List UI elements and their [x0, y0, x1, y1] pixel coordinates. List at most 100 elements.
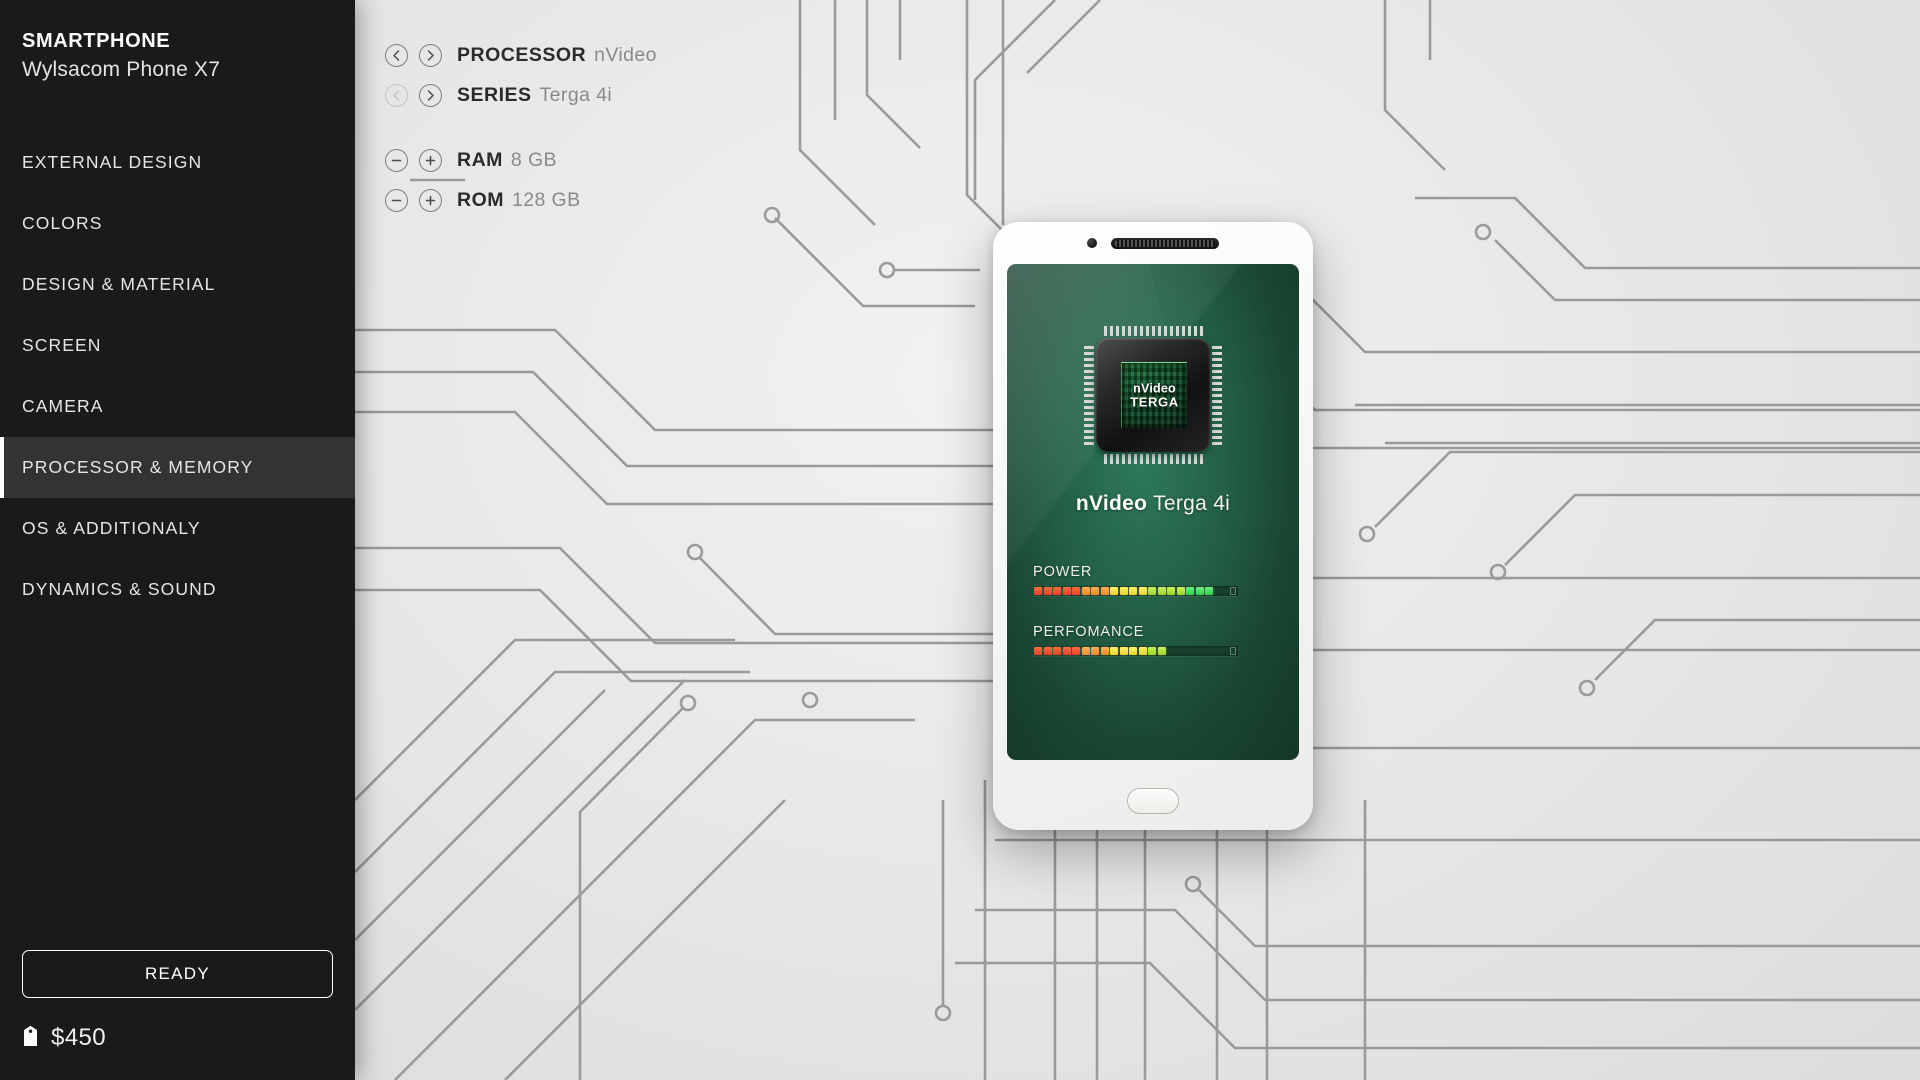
processor-label: PROCESSOR	[457, 43, 587, 66]
meter-segment	[1110, 587, 1118, 595]
sidebar-item-colors[interactable]: COLORS	[0, 193, 355, 254]
sidebar-item-processor-memory[interactable]: PROCESSOR & MEMORY	[0, 437, 355, 498]
sidebar-nav: EXTERNAL DESIGN COLORS DESIGN & MATERIAL SC…	[0, 132, 355, 620]
meter-power-fill	[1034, 587, 1213, 595]
sidebar-footer: READY $450	[0, 950, 355, 1080]
rom-label: ROM	[457, 188, 504, 211]
series-value: Terga 4i	[539, 83, 613, 106]
processor-next-button[interactable]	[419, 43, 442, 67]
price-row: $450	[22, 1024, 333, 1052]
meter-segment	[1091, 647, 1099, 655]
meters-group: POWER PERFOMANCE	[1033, 564, 1238, 684]
phone-screen: nVideo TERGA nVideo Terga 4i POWER PERFO…	[1007, 264, 1299, 760]
meter-segment	[1129, 647, 1137, 655]
meter-segment	[1157, 587, 1166, 595]
meter-segment	[1062, 647, 1071, 655]
chip-die: nVideo TERGA	[1121, 362, 1187, 428]
sidebar-item-label: PROCESSOR & MEMORY	[22, 457, 254, 477]
brand-subtitle: Wylsacom Phone X7	[22, 58, 221, 81]
meter-segment	[1053, 587, 1061, 595]
sidebar-item-label: CAMERA	[22, 396, 104, 416]
brand-block: SMARTPHONE Wylsacom Phone X7	[0, 0, 355, 82]
sidebar-item-label: SCREEN	[22, 335, 102, 355]
processor-prev-button[interactable]	[385, 43, 408, 67]
meter-performance-label: PERFOMANCE	[1033, 624, 1145, 640]
ram-value: 8 GB	[510, 148, 557, 171]
sidebar-item-label: OS & ADDITIONALY	[22, 518, 201, 538]
meter-power-label: POWER	[1033, 564, 1093, 580]
processor-value: nVideo	[594, 43, 657, 66]
sidebar-item-label: COLORS	[22, 213, 103, 233]
brand-title: SMARTPHONE	[22, 30, 171, 52]
chip-label-line1: nVideo	[1133, 381, 1176, 396]
meter-segment	[1167, 587, 1175, 595]
meter-segment	[1129, 587, 1137, 595]
processor-chip-graphic: nVideo TERGA	[1082, 324, 1224, 466]
meter-segment	[1205, 587, 1213, 595]
sidebar-item-label: EXTERNAL DESIGN	[22, 152, 203, 172]
meter-performance-track	[1033, 646, 1238, 656]
meter-segment	[1053, 647, 1061, 655]
meter-segment	[1195, 587, 1204, 595]
series-next-button[interactable]	[419, 83, 442, 107]
meter-segment	[1034, 647, 1042, 655]
meter-segment	[1119, 647, 1128, 655]
sidebar-item-label: DYNAMICS & SOUND	[22, 579, 217, 599]
rom-minus-button[interactable]	[385, 188, 408, 212]
options-panel: PROCESSOR nVideo SERIES Terga 4i RAM 8 G…	[385, 35, 657, 220]
series-prev-button[interactable]	[385, 83, 408, 107]
ram-minus-button[interactable]	[385, 148, 408, 172]
meter-segment	[1081, 587, 1090, 595]
chip-label-line2: TERGA	[1130, 394, 1179, 410]
sidebar-item-camera[interactable]: CAMERA	[0, 376, 355, 437]
meter-segment	[1081, 647, 1090, 655]
meter-segment	[1100, 587, 1109, 595]
option-row-processor: PROCESSOR nVideo	[385, 35, 657, 75]
sidebar-item-design-material[interactable]: DESIGN & MATERIAL	[0, 254, 355, 315]
sidebar-item-dynamics-sound[interactable]: DYNAMICS & SOUND	[0, 559, 355, 620]
meter-power-track	[1033, 586, 1238, 596]
meter-segment	[1110, 647, 1118, 655]
meter-segment	[1138, 647, 1147, 655]
meter-segment	[1157, 647, 1166, 655]
phone-preview: nVideo TERGA nVideo Terga 4i POWER PERFO…	[993, 222, 1313, 830]
meter-segment	[1176, 587, 1185, 595]
ready-button[interactable]: READY	[22, 950, 333, 998]
rom-value: 128 GB	[512, 188, 581, 211]
meter-segment	[1091, 587, 1099, 595]
meter-segment	[1034, 587, 1042, 595]
ram-label: RAM	[457, 148, 503, 171]
meter-power-cap	[1230, 587, 1236, 595]
meter-performance: PERFOMANCE	[1033, 624, 1238, 656]
option-row-series: SERIES Terga 4i	[385, 75, 657, 115]
ram-plus-button[interactable]	[419, 148, 442, 172]
rom-plus-button[interactable]	[419, 188, 442, 212]
chip-body: nVideo TERGA	[1096, 338, 1210, 452]
sidebar-item-screen[interactable]: SCREEN	[0, 315, 355, 376]
meter-power: POWER	[1033, 564, 1238, 596]
meter-segment	[1148, 587, 1156, 595]
phone-top-bezel	[993, 222, 1313, 264]
meter-segment	[1072, 587, 1080, 595]
earpiece-speaker-icon	[1111, 237, 1219, 249]
sidebar-item-os-additionaly[interactable]: OS & ADDITIONALY	[0, 498, 355, 559]
meter-segment	[1072, 647, 1080, 655]
front-camera-icon	[1087, 238, 1097, 248]
option-row-rom: ROM 128 GB	[385, 180, 657, 220]
sidebar-item-external-design[interactable]: EXTERNAL DESIGN	[0, 132, 355, 193]
meter-segment	[1100, 647, 1109, 655]
chip-name-brand: nVideo	[1075, 492, 1148, 515]
sidebar-item-label: DESIGN & MATERIAL	[22, 274, 216, 294]
home-button-icon[interactable]	[1127, 788, 1179, 814]
meter-segment	[1186, 587, 1194, 595]
chip-name-model: Terga 4i	[1147, 492, 1231, 515]
app-root: nVideo TERGA nVideo Terga 4i POWER PERFO…	[0, 0, 1920, 1080]
meter-segment	[1148, 647, 1156, 655]
meter-segment	[1043, 647, 1052, 655]
meter-segment	[1043, 587, 1052, 595]
series-label: SERIES	[457, 83, 532, 106]
option-row-ram: RAM 8 GB	[385, 140, 657, 180]
meter-segment	[1062, 587, 1071, 595]
price-tag-icon	[22, 1025, 39, 1052]
chip-name: nVideo Terga 4i	[1007, 492, 1299, 516]
